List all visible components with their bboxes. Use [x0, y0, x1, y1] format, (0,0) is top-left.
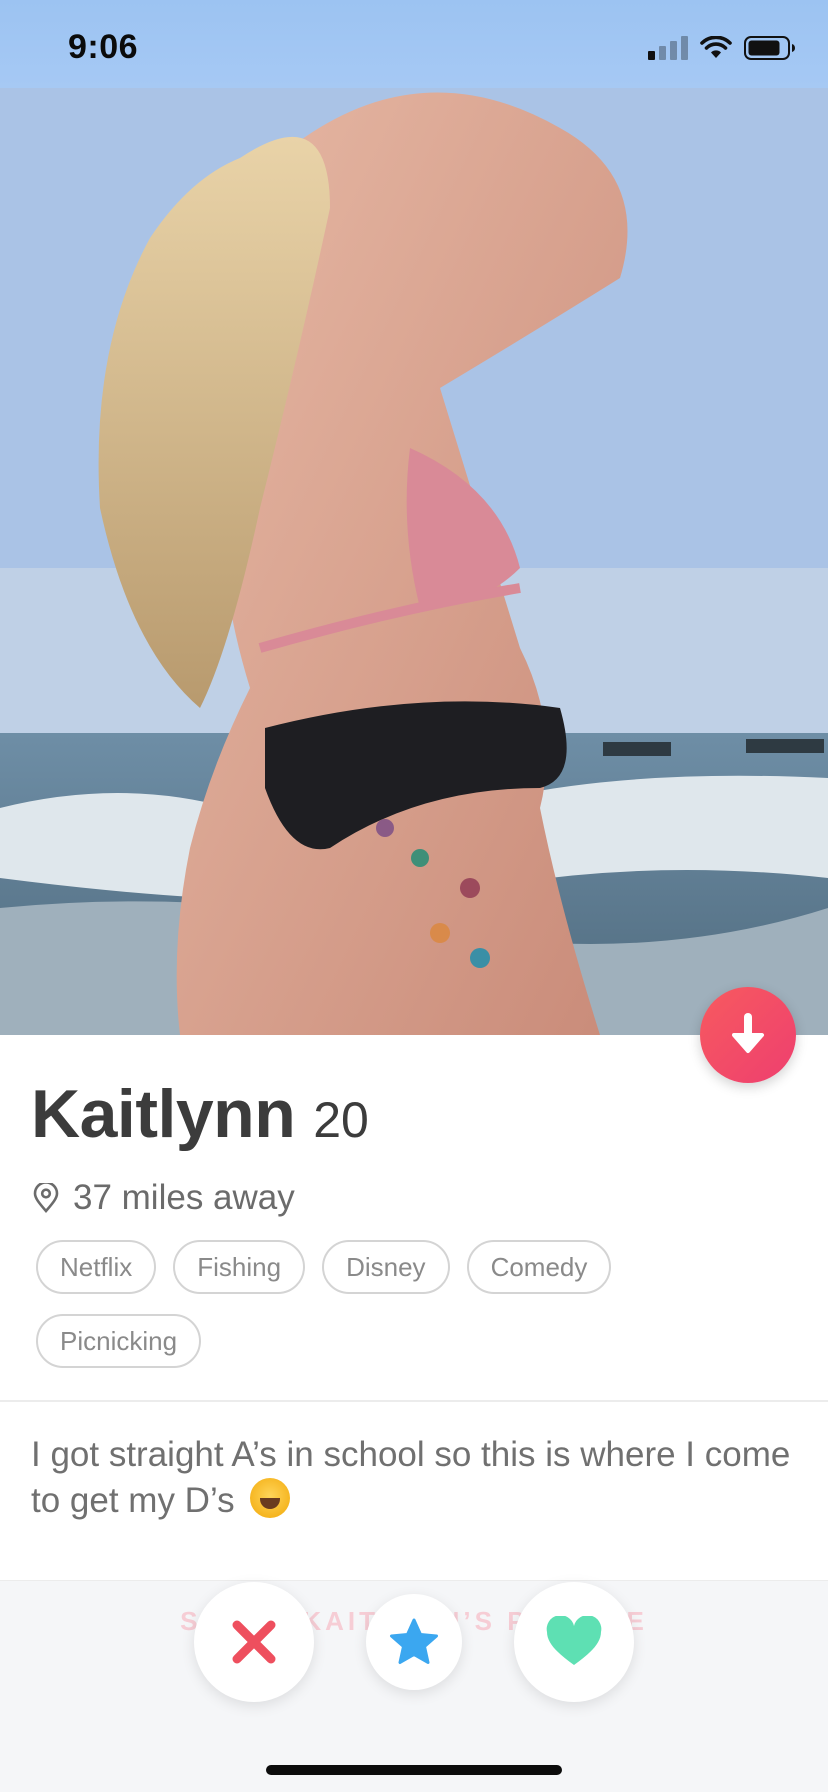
status-icons	[648, 36, 796, 60]
distance-text: 37 miles away	[73, 1178, 295, 1217]
wifi-icon	[700, 36, 732, 60]
nope-button[interactable]	[194, 1582, 314, 1702]
signal-icon	[648, 36, 688, 60]
profile-info-toggle-button[interactable]	[700, 987, 796, 1083]
status-bar: 9:06	[0, 0, 828, 88]
name-age-row: Kaitlynn 20	[31, 1075, 369, 1153]
heart-icon	[546, 1616, 602, 1665]
profile-screen: 9:06 Kaitlynn 20 37 miles away Netflix F…	[0, 0, 828, 1792]
profile-age: 20	[313, 1092, 369, 1148]
profile-bio: I got straight A’s in school so this is …	[31, 1432, 791, 1524]
profile-name: Kaitlynn	[31, 1076, 296, 1152]
x-icon	[232, 1620, 276, 1664]
interest-chip: Fishing	[173, 1240, 306, 1294]
laughing-emoji-icon	[250, 1478, 291, 1518]
interest-list: Netflix Fishing Disney Comedy Picnicking	[36, 1240, 736, 1368]
arrow-down-icon	[732, 1013, 764, 1053]
interest-chip: Comedy	[466, 1240, 612, 1294]
profile-photo[interactable]	[0, 88, 828, 1035]
super-like-button[interactable]	[366, 1594, 462, 1690]
home-indicator[interactable]	[266, 1765, 562, 1775]
interest-chip: Picnicking	[36, 1314, 202, 1368]
battery-icon	[744, 36, 796, 60]
status-time: 9:06	[68, 28, 139, 66]
star-icon	[390, 1618, 438, 1664]
bio-text: I got straight A’s in school so this is …	[31, 1435, 791, 1520]
interest-chip: Disney	[322, 1240, 450, 1294]
distance-row: 37 miles away	[33, 1178, 295, 1218]
section-divider	[0, 1400, 828, 1402]
like-button[interactable]	[514, 1582, 634, 1702]
location-pin-icon	[33, 1183, 59, 1213]
interest-chip: Netflix	[36, 1240, 157, 1294]
